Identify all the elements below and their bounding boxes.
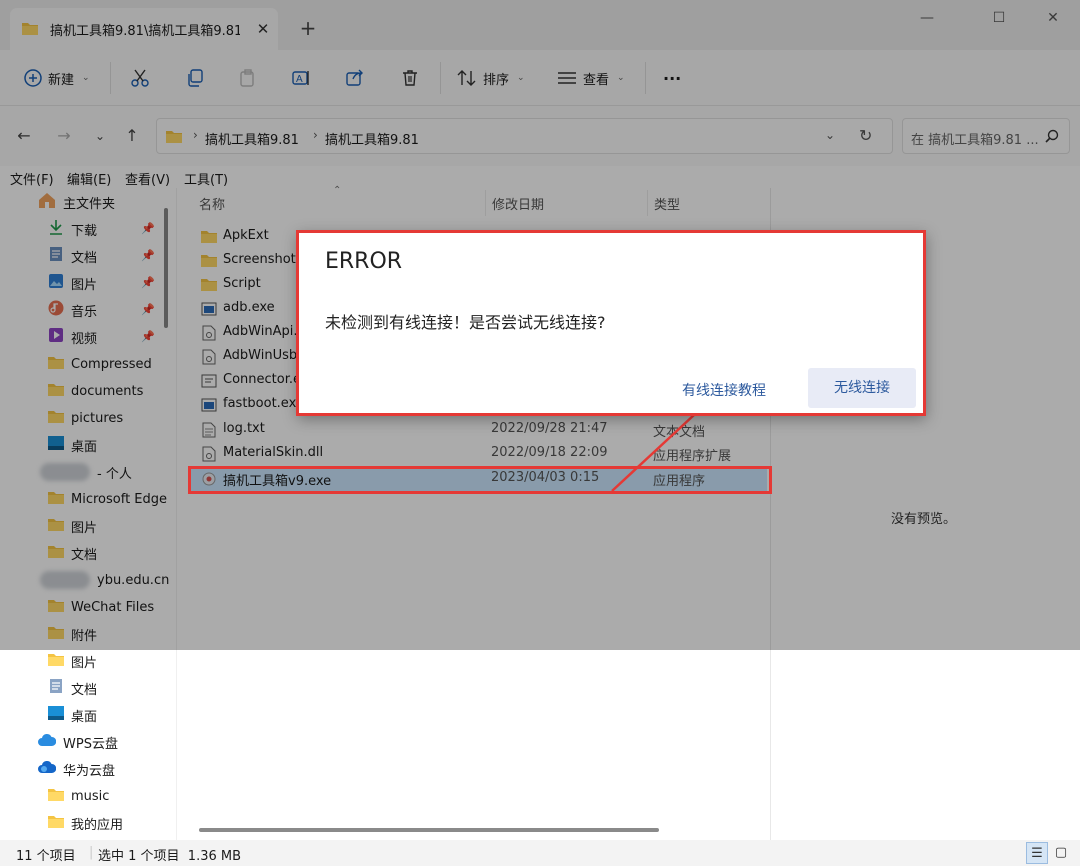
sidebar-item-wps-cloud[interactable]: WPS云盘 [38,729,118,755]
selection-info: 选中 1 个项目 1.36 MB [98,849,242,864]
sidebar-item-music-folder[interactable]: music [48,783,109,809]
sidebar-item-label: music [71,788,110,804]
wireless-connect-button[interactable]: 无线连接 [808,368,916,408]
status-bar: 11 个项目 | 选中 1 个项目 1.36 MB ☰ ▢ [0,840,1080,866]
document-icon [48,678,64,698]
sidebar-item-label: 华为云盘 [63,763,116,779]
dialog-title: ERROR [325,249,403,274]
details-view-icon[interactable]: ☰ [1026,842,1048,864]
large-icons-view-icon[interactable]: ▢ [1050,842,1072,864]
folder-icon [48,814,64,832]
sidebar-item-label: WPS云盘 [63,736,118,752]
sidebar-item-huawei-cloud[interactable]: 华为云盘 [38,756,115,782]
horizontal-scrollbar[interactable] [199,828,659,832]
sidebar-item-desktop-2[interactable]: 桌面 [48,702,97,728]
desktop-icon [48,706,64,724]
folder-icon [48,787,64,805]
sidebar-item-documents-3[interactable]: 文档 [48,675,97,701]
folder-icon [48,652,64,670]
cloud-icon [38,760,57,778]
sidebar-item-my-apps[interactable]: 我的应用 [48,810,123,836]
status-divider: | [89,845,94,860]
sidebar-item-label: 我的应用 [71,817,124,833]
sidebar-item-label: 图片 [71,655,98,671]
error-dialog: ERROR 未检测到有线连接！是否尝试无线连接? 有线连接教程 无线连接 [298,231,926,415]
sidebar-item-label: 文档 [71,682,98,698]
cloud-icon [38,733,57,751]
sidebar-item-pictures-3[interactable]: 图片 [48,648,97,674]
wired-tutorial-link[interactable]: 有线连接教程 [682,380,766,400]
dialog-message: 未检测到有线连接！是否尝试无线连接? [325,313,606,332]
item-count: 11 个项目 [16,849,76,864]
sidebar-item-label: 桌面 [71,709,98,725]
